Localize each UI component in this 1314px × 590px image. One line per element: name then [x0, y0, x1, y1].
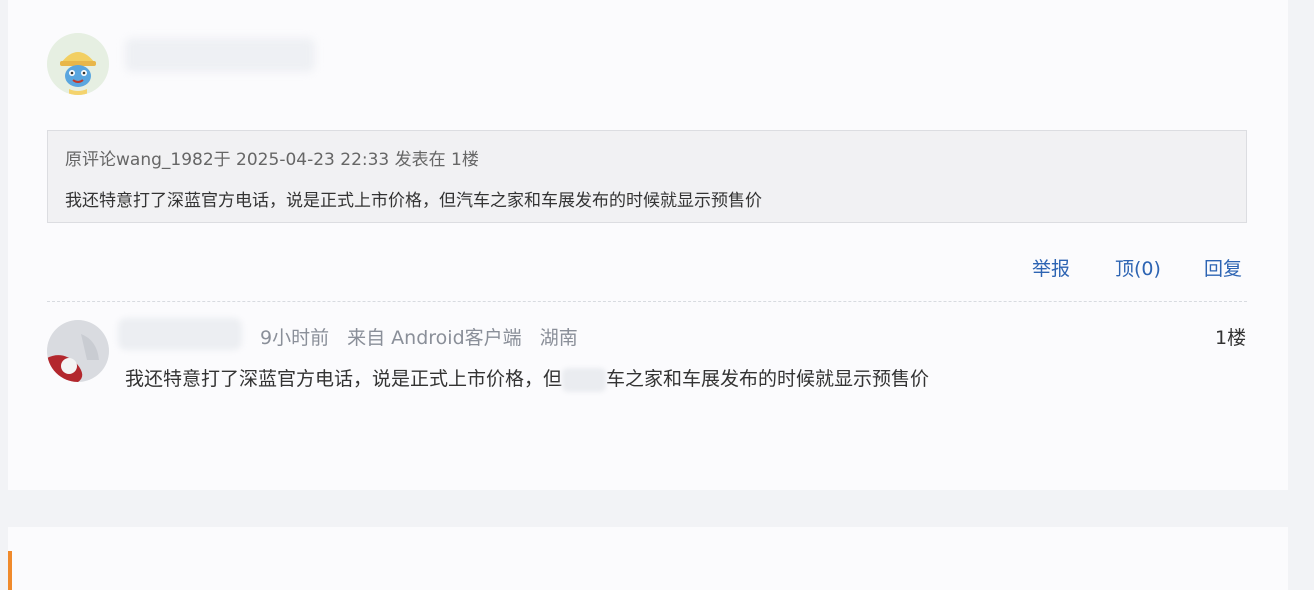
upvote-button[interactable]: 顶(0) [1115, 254, 1161, 281]
quote-text: 我还特意打了深蓝官方电话，说是正式上市价格，但汽车之家和车展发布的时候就显示预售… [65, 191, 762, 211]
quoted-comment: 原评论wang_1982于 2025-04-23 22:33 发表在 1楼 我还… [47, 130, 1247, 223]
user-avatar-icon[interactable] [47, 320, 109, 382]
comment-card [8, 0, 1288, 490]
reply-meta: 9小时前 来自 Android客户端 湖南 [260, 323, 590, 350]
report-button[interactable]: 举报 [1032, 254, 1070, 281]
accent-bar [8, 551, 12, 590]
user-avatar-icon[interactable] [47, 33, 109, 95]
blurred-username [118, 318, 242, 350]
reply-text-end: 车之家和车展发布的时候就显示预售价 [606, 368, 930, 390]
reply-location: 湖南 [539, 327, 578, 349]
floor-number: 1楼 [1215, 327, 1247, 349]
next-card [8, 527, 1288, 590]
reply-button[interactable]: 回复 [1204, 254, 1242, 281]
reply-source: 来自 Android客户端 [347, 327, 522, 349]
blurred-text [562, 367, 607, 392]
blurred-username [125, 38, 315, 72]
quote-meta: 原评论wang_1982于 2025-04-23 22:33 发表在 1楼 [65, 150, 479, 170]
reply-time: 9小时前 [260, 327, 330, 349]
reply-text-start: 我还特意打了深蓝官方电话，说是正式上市价格，但 [125, 368, 563, 390]
divider [47, 301, 1247, 302]
reply-text: 我还特意打了深蓝官方电话，说是正式上市价格，但 车之家和车展发布的时候就显示预售价 [125, 364, 929, 392]
